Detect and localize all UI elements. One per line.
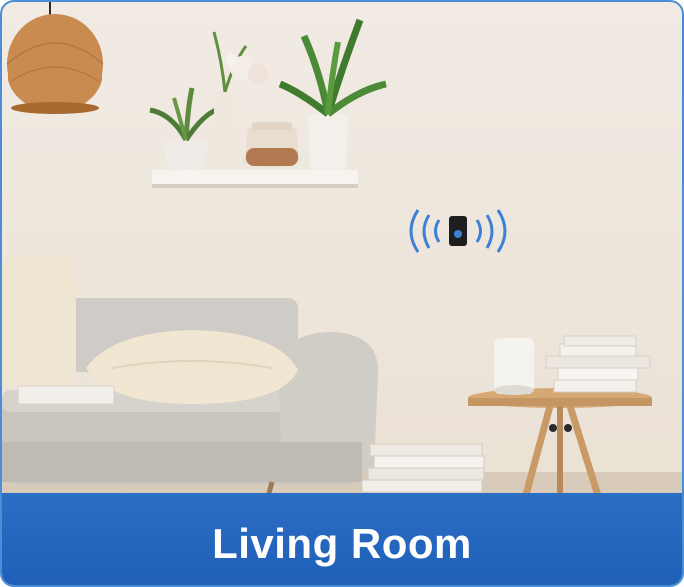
caption-band: Living Room <box>2 493 682 585</box>
room-caption: Living Room <box>212 520 472 567</box>
wall-shelf <box>152 170 358 188</box>
smart-speaker <box>494 338 534 395</box>
book-stack-floor <box>361 443 485 493</box>
book-on-sofa <box>17 385 115 405</box>
pendant-lamp <box>6 2 104 114</box>
image-card: Living Room <box>0 0 684 587</box>
small-plant <box>149 87 218 170</box>
ceramic-pot <box>244 122 300 167</box>
doorbell-receiver <box>409 209 507 253</box>
book-stack-table <box>545 335 651 393</box>
